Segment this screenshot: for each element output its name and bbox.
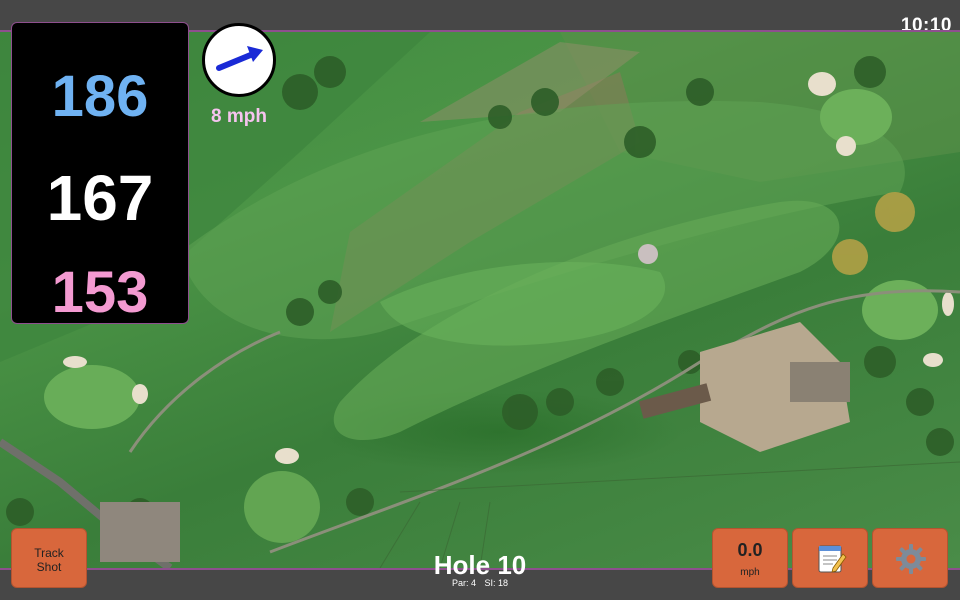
wind-arrow-icon: [216, 46, 263, 71]
shot-speed-button[interactable]: 0.0 mph: [712, 528, 788, 588]
front-yardage: 153: [51, 260, 149, 325]
yardage-panel: 186 167 153: [11, 22, 189, 325]
par-label: Par: 4: [451, 578, 476, 588]
shot-speed-unit: mph: [740, 567, 760, 578]
hole-title: Hole 10: [433, 550, 527, 580]
hole-info: Par: 4 SI: 18: [380, 578, 580, 588]
settings-button[interactable]: [872, 528, 948, 588]
wind-compass: [202, 23, 276, 97]
track-shot-button[interactable]: Track Shot: [11, 528, 87, 588]
notes-button[interactable]: [792, 528, 868, 588]
shot-speed-value: 0.0: [737, 540, 763, 560]
wind-speed: 8 mph: [211, 106, 267, 127]
track-shot-label-line1: Track: [34, 546, 64, 560]
notepad-icon: [818, 545, 847, 573]
track-shot-label-line2: Shot: [36, 560, 62, 574]
back-yardage: 186: [51, 64, 149, 129]
golf-gps-app: 10:10 186 167 153 8 mph Hole 10 Par: 4 S…: [0, 0, 960, 600]
gear-icon: [896, 544, 926, 574]
center-yardage: 167: [46, 162, 154, 234]
stroke-index-label: SI: 18: [484, 578, 509, 588]
